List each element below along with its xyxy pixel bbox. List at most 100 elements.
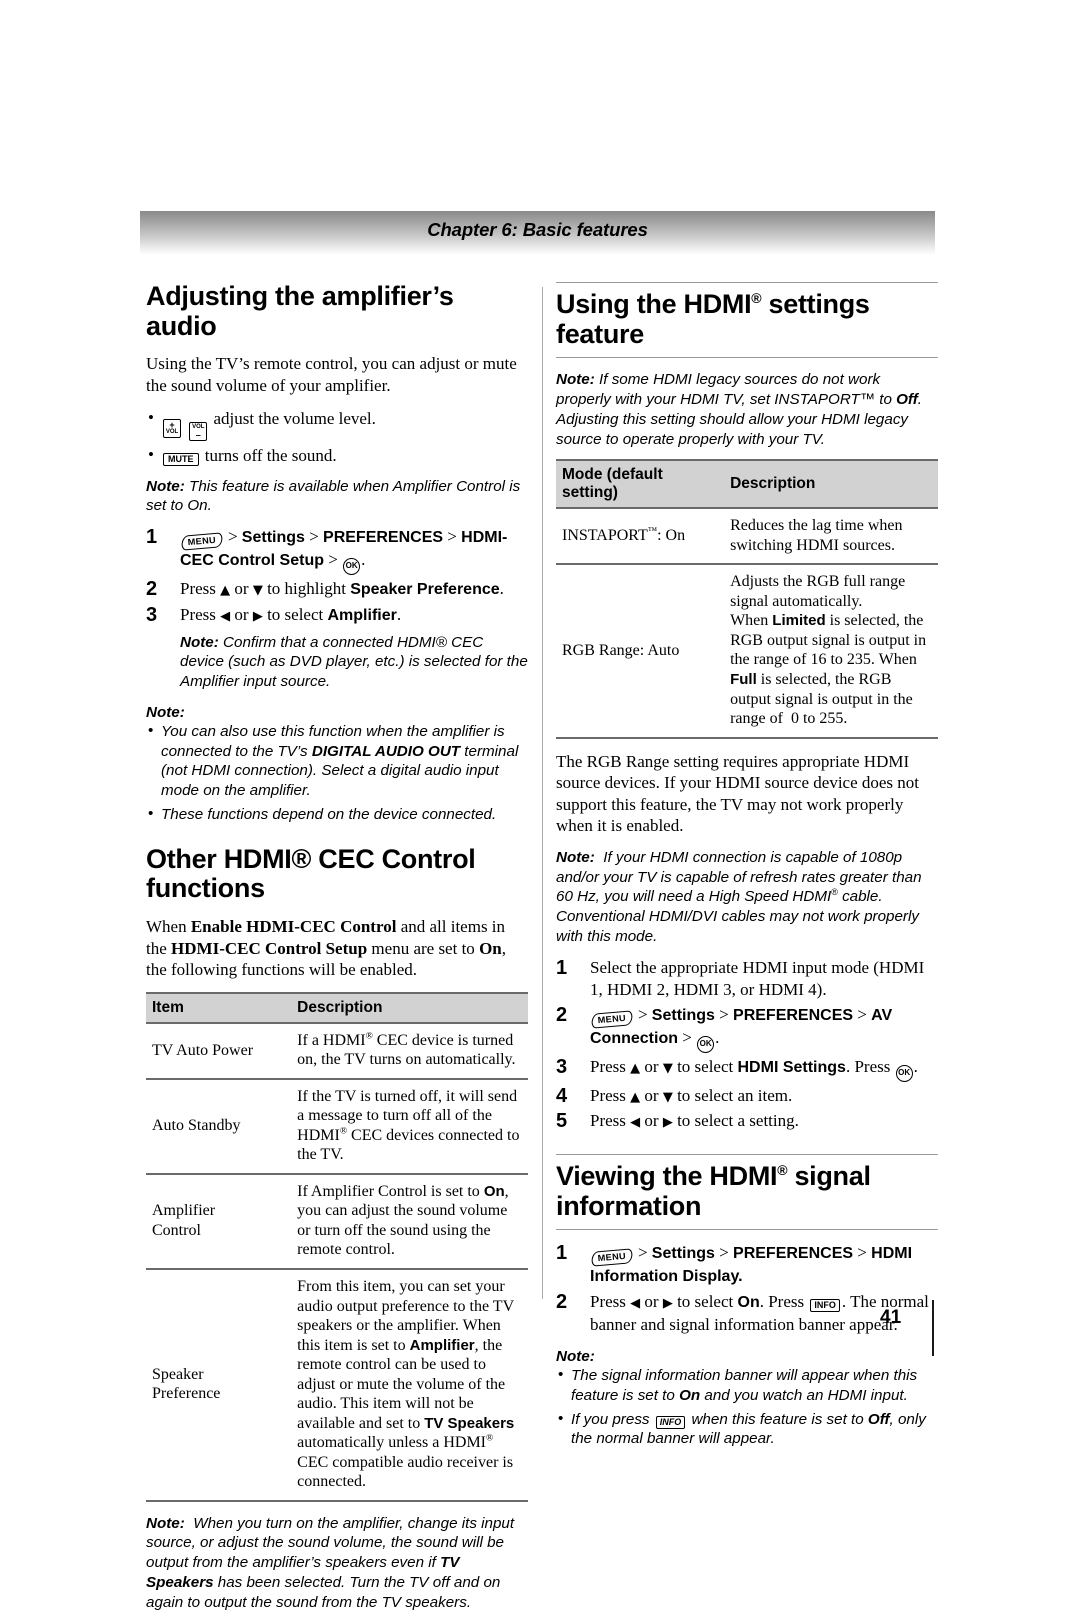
step2-pre: Press xyxy=(180,579,216,599)
note-bullet-2: If you press INFO when this feature is s… xyxy=(556,1409,938,1450)
menu-key-icon: MENU xyxy=(590,1010,633,1029)
bottom-note-amplifier: Note: When you turn on the amplifier, ch… xyxy=(146,1514,528,1613)
step3-post: to select xyxy=(267,604,324,624)
note-legacy-a: If some HDMI legacy sources do not work … xyxy=(556,371,897,409)
down-arrow-icon: ▼ xyxy=(662,1060,673,1076)
step4-post: to select an item. xyxy=(677,1085,793,1105)
note-bullet-1: The signal information banner will appea… xyxy=(556,1365,938,1406)
cell-mode-instaport: INSTAPORT™: On xyxy=(556,508,725,566)
hdmi-cec-functions-table: Item Description TV Auto Power If a HDMI… xyxy=(146,991,528,1502)
vstep2-pre: Press xyxy=(590,1292,626,1312)
rnote-b2-bold: Off xyxy=(867,1410,890,1428)
ok-key-icon: OK xyxy=(697,1035,715,1053)
other-p-c: menu are set to xyxy=(367,938,480,958)
manual-page: Chapter 6: Basic features Adjusting the … xyxy=(0,0,1080,1611)
step5-post: to select a setting. xyxy=(677,1110,799,1130)
step-1: MENU > Settings > PREFERENCES > HDMI-CEC… xyxy=(146,524,528,576)
cell-desc-auto-standby: If the TV is turned off, it will send a … xyxy=(291,1078,528,1175)
rnote-b1-b: and you watch an HDMI input. xyxy=(700,1386,908,1404)
mute-bullet-text: turns off the sound. xyxy=(204,445,337,465)
left-column: Adjusting the amplifier’s audio Using th… xyxy=(146,281,528,1622)
chapter-band: Chapter 6: Basic features xyxy=(140,211,935,255)
cell-mode-rgb-range: RGB Range: Auto xyxy=(556,564,725,739)
step-3: Press ◀ or ▶ to select Amplifier. Note: … xyxy=(146,602,528,691)
column-divider xyxy=(542,287,543,1299)
rgb-range-paragraph: The RGB Range setting requires appropria… xyxy=(556,751,920,836)
vstep2-press: . Press xyxy=(759,1292,805,1312)
step4-pre: Press xyxy=(590,1085,626,1105)
left-arrow-icon: ◀ xyxy=(630,1114,641,1130)
left-arrow-icon: ◀ xyxy=(630,1296,641,1312)
right-arrow-icon: ▶ xyxy=(252,608,263,624)
other-p-bold1: Enable HDMI-CEC Control xyxy=(190,917,397,937)
note-bullet-1: You can also use this function when the … xyxy=(146,721,528,801)
vstep2-mid: or xyxy=(644,1292,659,1312)
step2-post: to highlight xyxy=(267,579,346,599)
chapter-title: Chapter 6: Basic features xyxy=(427,219,648,240)
info-key-icon: INFO xyxy=(655,1415,686,1429)
heading-adjusting-amplifier-audio: Adjusting the amplifier’s audio xyxy=(146,281,454,341)
volume-bullet-list: +VOL VOL– adjust the volume level. MUTE … xyxy=(146,407,528,467)
cell-desc-rgb-range: Adjusts the RGB full range signal automa… xyxy=(724,564,938,739)
list-item-mute: MUTE turns off the sound. xyxy=(146,444,528,467)
other-p-bold3: On xyxy=(479,938,502,958)
col-header-item: Item xyxy=(146,991,292,1024)
heading-viewing-hdmi-signal-info: Viewing the HDMI® signal information xyxy=(556,1154,938,1231)
note-legacy-bold: Off xyxy=(896,391,918,409)
table-row: TV Auto Power If a HDMI® CEC device is t… xyxy=(146,1022,528,1080)
note-amplifier-control: Note: This feature is available when Amp… xyxy=(146,477,528,517)
cell-desc-tv-auto-power: If a HDMI® CEC device is turned on, the … xyxy=(291,1022,528,1080)
table-header-row: Mode (default setting) Description xyxy=(556,459,938,510)
menu-key-label: MENU xyxy=(597,1251,627,1264)
volume-bullet-text: adjust the volume level. xyxy=(213,408,376,428)
cell-desc-amplifier-control: If Amplifier Control is set to On, you c… xyxy=(291,1173,528,1270)
page-number: 41 xyxy=(880,1307,902,1328)
page-number-rule xyxy=(932,1300,934,1356)
vol-up-plus: + xyxy=(169,419,175,430)
step-1: MENU > Settings > PREFERENCES > HDMI Inf… xyxy=(556,1240,913,1286)
step3-hdmi-settings: HDMI Settings xyxy=(737,1058,846,1076)
step3-pre: Press xyxy=(590,1056,626,1076)
vstep2-on: On xyxy=(737,1294,760,1312)
note-heading-signal-info: Note: xyxy=(556,1348,595,1366)
note-speed-label: Note: xyxy=(556,848,595,866)
info-key-icon: INFO xyxy=(810,1299,840,1313)
vol-down-minus: – xyxy=(195,429,201,440)
step2-mid: or xyxy=(234,579,249,599)
col-header-mode: Mode (default setting) xyxy=(556,459,725,510)
step3-post: to select xyxy=(677,1056,734,1076)
mute-key-icon: MUTE xyxy=(163,452,199,466)
vstep2-post: to select xyxy=(677,1292,734,1312)
ok-key-icon: OK xyxy=(343,558,361,576)
table-row: Speaker Preference From this item, you ca… xyxy=(146,1268,528,1502)
step3-note-text: Confirm that a connected HDMI® CEC devic… xyxy=(180,633,528,691)
step-1: Select the appropriate HDMI input mode (… xyxy=(556,955,925,999)
col-header-description: Description xyxy=(291,991,528,1024)
other-functions-intro: When Enable HDMI-CEC Control and all ite… xyxy=(146,916,528,981)
step5-pre: Press xyxy=(590,1110,626,1130)
note-bullet-2: These functions depend on the device con… xyxy=(146,804,528,825)
hdmi-settings-steps-list: Select the appropriate HDMI input mode (… xyxy=(556,955,938,1134)
up-arrow-icon: ▲ xyxy=(220,583,231,599)
note-legacy-label: Note: xyxy=(556,371,595,389)
step3-pre: Press xyxy=(180,604,216,624)
note-amplifier-text: This feature is available when Amplifier… xyxy=(146,477,521,515)
table-row: INSTAPORT™: On Reduces the lag time when… xyxy=(556,508,938,566)
step-4: Press ▲ or ▼ to select an item. xyxy=(556,1083,938,1109)
menu-key-icon: MENU xyxy=(180,532,223,551)
step2-preferences: PREFERENCES xyxy=(733,1006,854,1024)
table-row: Amplifier Control If Amplifier Control is… xyxy=(146,1173,528,1270)
vol-down-key-icon: VOL – xyxy=(189,421,208,441)
step4-mid: or xyxy=(644,1085,659,1105)
step3-mid: or xyxy=(234,604,249,624)
step1-preferences: PREFERENCES xyxy=(323,529,444,547)
other-p-bold2: HDMI-CEC Control Setup xyxy=(171,938,368,958)
note-label: Note: xyxy=(146,477,185,495)
vol-up-label: VOL xyxy=(165,428,179,435)
step3-note-label: Note: xyxy=(180,633,219,651)
amplifier-intro-text: Using the TV’s remote control, you can a… xyxy=(146,354,517,395)
menu-key-label: MENU xyxy=(597,1012,627,1025)
amplifier-note-bullets: You can also use this function when the … xyxy=(146,721,528,825)
bottom-note-label: Note: xyxy=(146,1514,185,1532)
step-2: MENU > Settings > PREFERENCES > AV Conne… xyxy=(556,1002,938,1053)
